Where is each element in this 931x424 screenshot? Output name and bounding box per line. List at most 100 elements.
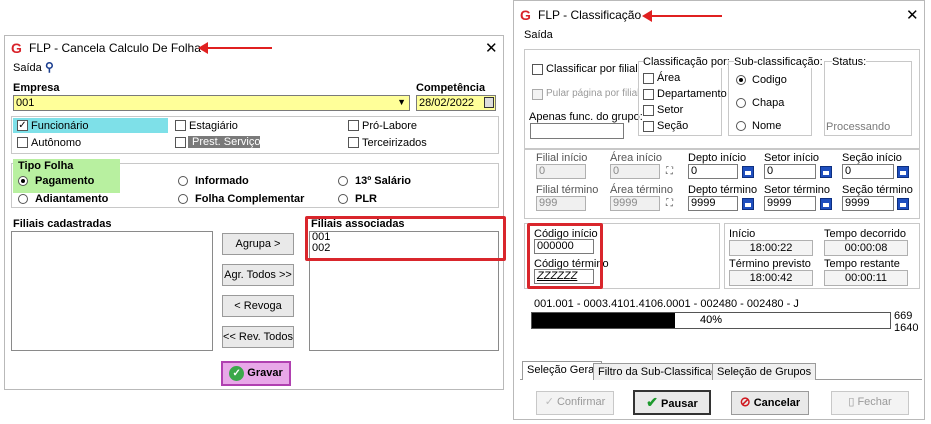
classificar-por-filial-checkbox[interactable] [532,64,543,75]
window-title: FLP - Cancela Calculo De Folha [29,41,201,55]
area-termino-field[interactable]: 9999 [610,196,660,211]
pular-pagina-checkbox[interactable] [532,89,543,100]
funcionario-checkbox[interactable]: ✓ [17,120,28,131]
autonomo-label: Autônomo [31,137,82,149]
plr-radio[interactable] [338,194,348,204]
lookup-icon[interactable] [897,166,909,178]
setor-inicio-label: Setor início [764,152,820,164]
filial-inicio-field[interactable]: 0 [536,164,586,179]
secao-checkbox[interactable] [643,121,654,132]
inicio-label: Início [729,228,756,240]
funcionario-label: Funcionário [31,120,89,132]
chapa-radio[interactable] [736,98,746,108]
depto-inicio-label: Depto início [688,152,747,164]
decimo-terceiro-radio[interactable] [338,176,348,186]
progress-text: 001.001 - 0003.4101.4106.0001 - 002480 -… [534,298,799,310]
pro-labore-checkbox[interactable] [348,120,359,131]
window-title: FLP - Classificação [538,8,642,22]
close-button[interactable]: ✕ [485,39,498,57]
terceirizados-checkbox[interactable] [348,137,359,148]
codigo-highlight [527,223,603,289]
lookup-icon[interactable] [742,198,754,210]
filiais-cadastradas-list[interactable] [11,231,213,351]
pular-pagina-label: Pular página por filial [546,88,640,99]
rev-todos-button[interactable]: << Rev. Todos [222,326,294,348]
termino-previsto-value: 18:00:42 [729,270,813,286]
pagamento-radio[interactable] [18,176,28,186]
classificacao-por-label: Classificação por: [643,56,730,68]
informado-label: Informado [195,175,249,187]
area-inicio-label: Área início [610,152,662,164]
agrupa-button[interactable]: Agrupa > [222,233,294,255]
setor-checkbox[interactable] [643,105,654,116]
lookup-icon[interactable] [820,166,832,178]
close-button[interactable]: ✕ [906,6,919,24]
tempo-decorrido-label: Tempo decorrido [824,228,906,240]
tab-selecao-geral[interactable]: Seleção Geral [522,361,602,380]
agr-todos-button[interactable]: Agr. Todos >> [222,264,294,286]
departamento-label: Departamento [657,88,727,100]
informado-radio[interactable] [178,176,188,186]
apenas-func-input[interactable] [530,123,624,139]
progress-bar: 40% [531,312,891,329]
door-icon: ▯ [848,396,855,408]
terceirizados-label: Terceirizados [362,137,427,149]
count-current: 1640 [894,322,919,334]
status-value: Processando [826,121,891,133]
autonomo-checkbox[interactable] [17,137,28,148]
competencia-field[interactable]: 28/02/2022 [416,95,496,111]
menu-saida[interactable]: Saída [524,29,553,41]
area-termino-label: Área término [610,184,673,196]
prest-servicos-checkbox[interactable] [175,137,186,148]
pro-labore-label: Pró-Labore [362,120,418,132]
decimo-terceiro-label: 13º Salário [355,175,411,187]
depto-inicio-field[interactable]: 0 [688,164,738,179]
tab-selecao-de-grupos[interactable]: Seleção de Grupos [712,363,817,380]
binoculars-icon[interactable]: ⛶ [666,198,673,209]
check-icon: ✓ [544,396,554,408]
cancelar-button[interactable]: ⊘ Cancelar [731,391,809,415]
termino-previsto-label: Término previsto [729,258,811,270]
empresa-label: Empresa [13,82,60,94]
folha-complementar-label: Folha Complementar [195,193,305,205]
codigo-radio[interactable] [736,75,746,85]
secao-inicio-field[interactable]: 0 [842,164,894,179]
binoculars-icon[interactable]: ⛶ [666,166,673,177]
estagiario-checkbox[interactable] [175,120,186,131]
lookup-icon[interactable] [742,166,754,178]
area-checkbox[interactable] [643,73,654,84]
setor-inicio-field[interactable]: 0 [764,164,816,179]
adiantamento-radio[interactable] [18,194,28,204]
empresa-select[interactable]: 001 ▼ [13,95,410,111]
lookup-icon[interactable] [820,198,832,210]
folha-complementar-radio[interactable] [178,194,188,204]
area-inicio-field[interactable]: 0 [610,164,660,179]
nome-label: Nome [752,120,782,132]
empresa-value: 001 [16,97,35,109]
chevron-down-icon[interactable]: ▼ [397,96,406,108]
menu-saida[interactable]: Saída [13,62,42,74]
fechar-button[interactable]: ▯ Fechar [831,391,909,415]
count-total: 669 [894,310,913,322]
secao-inicio-label: Seção início [842,152,902,164]
progress-label: 40% [699,314,723,326]
lookup-icon[interactable] [897,198,909,210]
secao-termino-field[interactable]: 9999 [842,196,894,211]
setor-termino-field[interactable]: 9999 [764,196,816,211]
tempo-restante-label: Tempo restante [824,258,900,270]
depto-termino-field[interactable]: 9999 [688,196,738,211]
gravar-button[interactable]: ✓ Gravar [221,361,291,386]
adiantamento-label: Adiantamento [35,193,109,205]
competencia-label: Competência [416,82,486,94]
revoga-button[interactable]: < Revoga [222,295,294,317]
pausar-button[interactable]: ✔ Pausar [633,390,711,415]
calendar-icon[interactable] [484,97,494,108]
confirmar-button[interactable]: ✓ Confirmar [536,391,614,415]
nome-radio[interactable] [736,121,746,131]
apenas-func-label: Apenas func. do grupo: [529,111,643,123]
filial-termino-field[interactable]: 999 [536,196,586,211]
setor-label: Setor [657,104,684,116]
filial-termino-label: Filial término [536,184,599,196]
departamento-checkbox[interactable] [643,89,654,100]
search-icon[interactable]: ⚲ [45,60,54,74]
